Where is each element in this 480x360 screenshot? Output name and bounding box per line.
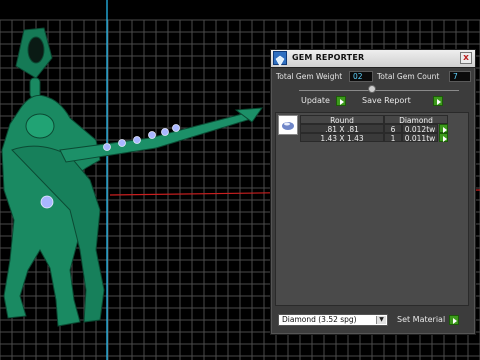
green-arrow-icon[interactable] [439,124,448,133]
total-count-label: Total Gem Count [377,72,440,81]
green-arrow-icon[interactable] [433,96,443,106]
column-header-shape: Round [300,115,384,125]
row-count: 6 [384,124,402,134]
save-report-label: Save Report [362,96,411,105]
row-size: .81 X .81 [300,124,384,134]
gem-bead[interactable] [118,139,126,147]
set-material-label: Set Material [397,315,446,324]
row-weight: 0.011tw [402,133,438,143]
title-bar[interactable]: GEM REPORTER x [271,50,475,68]
total-weight-value: 02 [349,71,373,82]
set-material-button[interactable]: Set Material [397,314,446,326]
update-button[interactable]: Update [301,95,330,107]
green-arrow-icon[interactable] [439,133,448,142]
close-button[interactable]: x [460,52,472,64]
gem-thumbnail-icon [278,115,298,135]
material-select[interactable]: Diamond (3.52 spg) ▼ [278,314,388,326]
row-weight: 0.012tw [402,124,438,134]
chevron-down-icon[interactable]: ▼ [376,316,386,324]
gem-bead[interactable] [172,124,180,132]
window-title: GEM REPORTER [292,53,365,62]
gem-bead[interactable] [161,128,169,136]
row-size: 1.43 X 1.43 [300,133,384,143]
gem-bead[interactable] [148,131,156,139]
green-arrow-icon[interactable] [449,315,459,325]
gem-bead[interactable] [103,143,111,151]
material-selected: Diamond (3.52 spg) [282,315,357,324]
gem-reporter-panel: GEM REPORTER x Total Gem Weight 02 Total… [270,49,476,335]
gem-bead[interactable] [133,136,141,144]
gem-list[interactable]: Round Diamond .81 X .81 6 0.012tw 1.43 X… [275,112,469,306]
column-header-material: Diamond [384,115,448,125]
save-report-button[interactable]: Save Report [362,95,411,107]
total-count-value: 7 [449,71,471,82]
gem-reporter-icon [273,51,287,67]
update-label: Update [301,96,330,105]
slider-thumb[interactable] [368,85,376,93]
green-arrow-icon[interactable] [336,96,346,106]
gem-bead[interactable] [40,195,54,209]
row-count: 1 [384,133,402,143]
total-weight-label: Total Gem Weight [276,72,343,81]
slider-track[interactable] [299,90,459,91]
